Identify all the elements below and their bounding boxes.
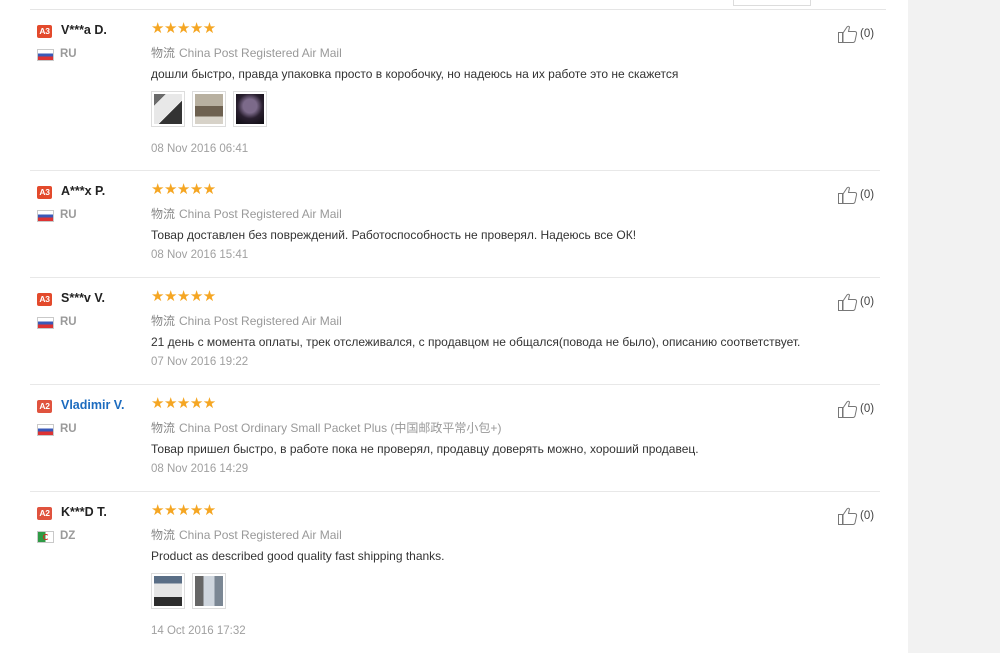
review-date: 08 Nov 2016 06:41 — [151, 143, 249, 155]
logistics-info: 物流 China Post Registered Air Mail — [151, 44, 342, 61]
logistics-label: 物流 — [151, 528, 176, 542]
review-photo[interactable] — [192, 91, 226, 127]
logistics-info: 物流 China Post Registered Air Mail — [151, 205, 342, 222]
rating-stars: ★★★★★ — [151, 395, 216, 412]
buyer-name: A***x P. — [61, 184, 106, 198]
thumbs-up-icon — [838, 25, 858, 43]
feedback-text: дошли быстро, правда упаковка просто в к… — [151, 67, 679, 81]
rating-stars: ★★★★★ — [151, 502, 216, 519]
buyer-level-badge: A2 — [37, 400, 52, 413]
rating-stars: ★★★★★ — [151, 20, 216, 37]
buyer-level-badge: A3 — [37, 25, 52, 38]
flag-ru-icon — [37, 317, 54, 329]
flag-dz-icon — [37, 531, 54, 543]
review-date: 08 Nov 2016 15:41 — [151, 249, 249, 261]
buyer-name: K***D T. — [61, 505, 107, 519]
helpful-button[interactable]: (0) — [838, 25, 874, 43]
thumbs-up-icon — [838, 400, 858, 418]
feedback-text: Товар доставлен без повреждений. Работос… — [151, 228, 637, 242]
helpful-button[interactable]: (0) — [838, 507, 874, 525]
feedback-panel: A3 V***a D. RU ★★★★★ 物流 China Post Regist… — [0, 0, 908, 653]
review-photos — [151, 91, 267, 127]
flag-ru-icon — [37, 210, 54, 222]
helpful-count: (0) — [860, 296, 875, 308]
thumbs-up-icon — [838, 186, 858, 204]
buyer-name[interactable]: Vladimir V. — [61, 398, 124, 412]
thumbs-up-icon — [838, 293, 858, 311]
feedback-text: 21 день с момента оплаты, трек отслежива… — [151, 335, 801, 349]
buyer-country: RU — [60, 423, 77, 435]
logistics-label: 物流 — [151, 314, 176, 328]
thumbs-up-icon — [838, 507, 858, 525]
helpful-count: (0) — [860, 403, 875, 415]
review-photo[interactable] — [151, 91, 185, 127]
shipping-method: China Post Registered Air Mail — [179, 314, 342, 328]
buyer-country: RU — [60, 316, 77, 328]
shipping-method: China Post Registered Air Mail — [179, 207, 342, 221]
review-date: 07 Nov 2016 19:22 — [151, 356, 249, 368]
flag-ru-icon — [37, 424, 54, 436]
buyer-country: RU — [60, 209, 77, 221]
buyer-level-badge: A2 — [37, 507, 52, 520]
review-photo[interactable] — [233, 91, 267, 127]
helpful-button[interactable]: (0) — [838, 186, 874, 204]
logistics-label: 物流 — [151, 46, 176, 60]
buyer-country: RU — [60, 48, 77, 60]
helpful-count: (0) — [860, 28, 875, 40]
review-item: A2 Vladimir V. RU ★★★★★ 物流 China Post Ord… — [30, 385, 880, 492]
logistics-info: 物流 China Post Registered Air Mail — [151, 526, 342, 543]
shipping-method: China Post Ordinary Small Packet Plus (中… — [179, 421, 502, 435]
logistics-info: 物流 China Post Registered Air Mail — [151, 312, 342, 329]
shipping-method: China Post Registered Air Mail — [179, 46, 342, 60]
feedback-text: Товар пришел быстро, в работе пока не пр… — [151, 442, 699, 456]
logistics-label: 物流 — [151, 421, 176, 435]
buyer-level-badge: A3 — [37, 186, 52, 199]
buyer-name: V***a D. — [61, 23, 107, 37]
rating-stars: ★★★★★ — [151, 288, 216, 305]
logistics-label: 物流 — [151, 207, 176, 221]
review-item: A3 A***x P. RU ★★★★★ 物流 China Post Regist… — [30, 171, 880, 278]
flag-ru-icon — [37, 49, 54, 61]
review-date: 08 Nov 2016 14:29 — [151, 463, 249, 475]
rating-stars: ★★★★★ — [151, 181, 216, 198]
review-date: 14 Oct 2016 17:32 — [151, 625, 246, 637]
review-photo[interactable] — [192, 573, 226, 609]
buyer-name: S***v V. — [61, 291, 106, 305]
helpful-button[interactable]: (0) — [838, 400, 874, 418]
sort-dropdown[interactable] — [733, 0, 811, 6]
helpful-count: (0) — [860, 510, 875, 522]
review-item: A3 V***a D. RU ★★★★★ 物流 China Post Regist… — [30, 10, 880, 171]
review-photos — [151, 573, 226, 609]
buyer-level-badge: A3 — [37, 293, 52, 306]
review-item: A3 S***v V. RU ★★★★★ 物流 China Post Regist… — [30, 278, 880, 385]
buyer-country: DZ — [60, 530, 76, 542]
feedback-text: Product as described good quality fast s… — [151, 549, 445, 563]
helpful-button[interactable]: (0) — [838, 293, 874, 311]
helpful-count: (0) — [860, 189, 875, 201]
review-item: A2 K***D T. DZ ★★★★★ 物流 China Post Regist… — [30, 492, 880, 653]
review-photo[interactable] — [151, 573, 185, 609]
shipping-method: China Post Registered Air Mail — [179, 528, 342, 542]
logistics-info: 物流 China Post Ordinary Small Packet Plus … — [151, 419, 501, 436]
